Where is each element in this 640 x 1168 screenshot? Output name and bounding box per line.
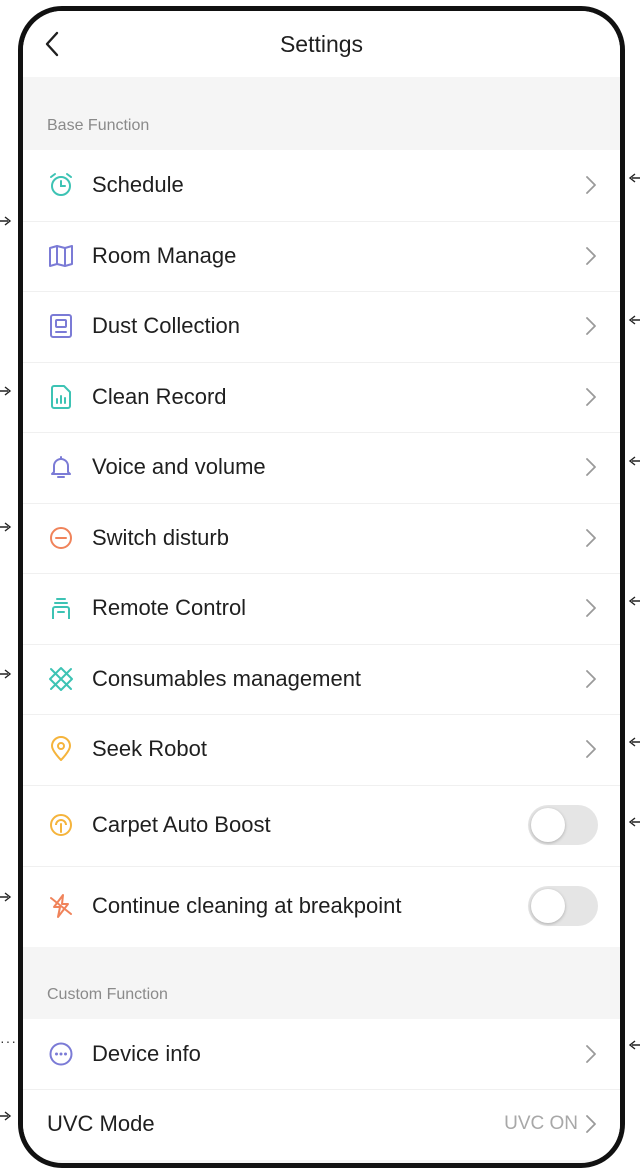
carpet-boost-icon — [48, 812, 74, 838]
edge-arrow-icon — [628, 173, 640, 183]
record-chart-icon — [48, 384, 74, 410]
remote-control-icon — [48, 595, 74, 621]
nav-bar: Settings — [23, 11, 620, 77]
row-label: UVC Mode — [47, 1111, 155, 1137]
edge-arrow-icon — [0, 216, 12, 226]
row-label: Room Manage — [92, 242, 237, 268]
carpet-auto-boost-row: Carpet Auto Boost — [23, 784, 620, 866]
custom-function-group: Device info UVC Mode UVC ON — [23, 1018, 620, 1160]
row-label: Switch disturb — [92, 524, 229, 550]
more-dots-icon — [48, 1041, 74, 1067]
phone-frame: Settings Base Function Schedule Room Man… — [18, 6, 625, 1168]
device-info-row[interactable]: Device info — [23, 1019, 620, 1090]
chevron-right-icon — [584, 1044, 598, 1064]
chevron-right-icon — [584, 669, 598, 689]
ellipsis-mark: ··· — [0, 1033, 17, 1049]
section-header-custom: Custom Function — [47, 985, 168, 1003]
chevron-right-icon — [584, 739, 598, 759]
edge-arrow-icon — [0, 892, 12, 902]
room-manage-row[interactable]: Room Manage — [23, 220, 620, 292]
schedule-row[interactable]: Schedule — [23, 150, 620, 221]
clean-record-row[interactable]: Clean Record — [23, 361, 620, 433]
chevron-right-icon — [584, 175, 598, 195]
edge-arrow-icon — [628, 817, 640, 827]
chevron-right-icon — [584, 316, 598, 336]
edge-arrow-icon — [0, 386, 12, 396]
row-label: Remote Control — [92, 595, 247, 621]
bell-icon — [48, 454, 74, 480]
row-label: Voice and volume — [92, 454, 266, 480]
edge-arrow-icon — [628, 596, 640, 606]
do-not-disturb-icon — [48, 525, 74, 551]
edge-arrow-icon — [0, 522, 12, 532]
row-label: Continue cleaning at breakpoint — [92, 893, 402, 918]
breakpoint-cleaning-row: Continue cleaning at breakpoint — [23, 865, 620, 947]
edge-arrow-icon — [628, 456, 640, 466]
location-pin-icon — [48, 736, 74, 762]
row-label: Clean Record — [92, 383, 227, 409]
toggle-knob — [531, 889, 565, 923]
alarm-clock-icon — [48, 172, 74, 198]
switch-disturb-row[interactable]: Switch disturb — [23, 502, 620, 574]
edge-arrow-icon — [0, 1111, 12, 1121]
uvc-mode-row[interactable]: UVC Mode UVC ON — [23, 1089, 620, 1160]
carpet-auto-boost-toggle[interactable] — [528, 805, 598, 845]
toggle-knob — [531, 808, 565, 842]
page-title: Settings — [279, 31, 364, 57]
breakpoint-cleaning-toggle[interactable] — [528, 886, 598, 926]
chevron-right-icon — [584, 387, 598, 407]
map-icon — [48, 243, 74, 269]
chevron-right-icon — [584, 528, 598, 548]
dust-station-icon — [48, 313, 74, 339]
screen: ··· Settings Base Function Schedule Room… — [0, 0, 640, 1168]
edge-arrow-icon — [628, 737, 640, 747]
base-function-group: Schedule Room Manage Dust Collection Cle… — [23, 150, 620, 947]
row-label: Carpet Auto Boost — [92, 812, 271, 837]
voice-volume-row[interactable]: Voice and volume — [23, 432, 620, 503]
consumables-icon — [48, 666, 74, 692]
row-label: Seek Robot — [92, 736, 207, 762]
chevron-right-icon — [584, 457, 598, 477]
edge-arrow-icon — [628, 1040, 640, 1050]
row-label: Schedule — [92, 172, 184, 198]
row-label: Dust Collection — [92, 313, 240, 339]
seek-robot-row[interactable]: Seek Robot — [23, 714, 620, 785]
breakpoint-icon — [48, 893, 74, 919]
chevron-right-icon — [584, 598, 598, 618]
chevron-right-icon — [584, 246, 598, 266]
edge-arrow-icon — [628, 315, 640, 325]
dust-collection-row[interactable]: Dust Collection — [23, 291, 620, 362]
row-label: Device info — [92, 1040, 201, 1066]
row-label: Consumables management — [92, 665, 362, 691]
remote-control-row[interactable]: Remote Control — [23, 573, 620, 644]
edge-arrow-icon — [0, 669, 12, 679]
chevron-right-icon — [584, 1114, 598, 1134]
consumables-row[interactable]: Consumables management — [23, 643, 620, 715]
section-header-base: Base Function — [47, 117, 150, 134]
uvc-mode-value: UVC ON — [504, 1113, 578, 1135]
